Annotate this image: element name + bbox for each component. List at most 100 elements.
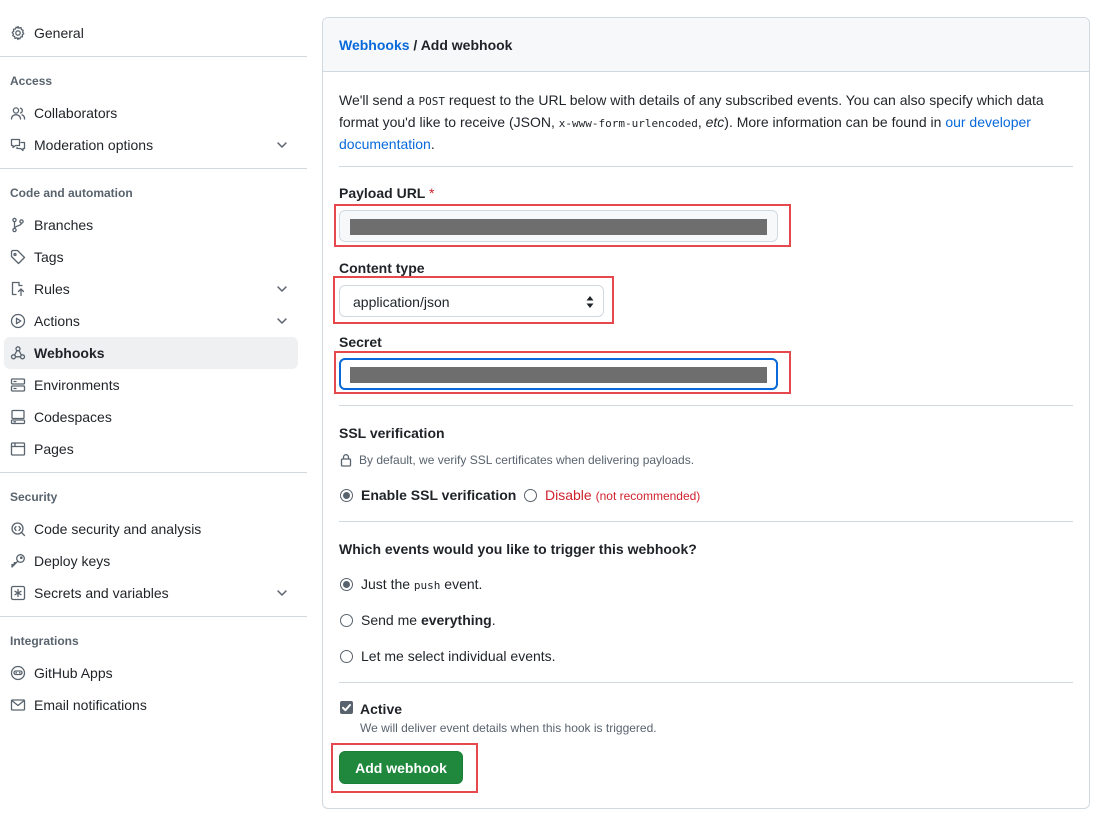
chevron-down-icon[interactable] xyxy=(274,281,290,297)
required-mark: * xyxy=(429,185,435,201)
intro-part: . xyxy=(430,136,435,152)
sidebar-item-code-security[interactable]: Code security and analysis xyxy=(4,513,298,545)
sidebar-item-moderation[interactable]: Moderation options xyxy=(4,129,298,161)
radio-dot xyxy=(340,577,353,591)
label-part: Send me xyxy=(361,612,421,628)
breadcrumb-separator: / xyxy=(409,37,421,53)
chevron-down-icon[interactable] xyxy=(274,313,290,329)
section-title-code-automation: Code and automation xyxy=(10,186,133,200)
sidebar-item-email-notifications[interactable]: Email notifications xyxy=(4,689,298,721)
select-arrows-icon xyxy=(585,295,595,309)
label-part: . xyxy=(491,612,496,628)
sidebar-item-label: Actions xyxy=(34,313,80,329)
sidebar-item-rules[interactable]: Rules xyxy=(4,273,298,305)
hubot-icon xyxy=(10,665,26,681)
radio-select-individual[interactable]: Let me select individual events. xyxy=(340,648,556,664)
sidebar-item-actions[interactable]: Actions xyxy=(4,305,298,337)
radio-select-individual-label: Let me select individual events. xyxy=(361,648,556,664)
sidebar-item-label: Environments xyxy=(34,377,120,393)
lock-icon xyxy=(340,454,352,467)
check-icon xyxy=(342,704,351,712)
sidebar-item-tags[interactable]: Tags xyxy=(4,241,298,273)
sidebar-item-general[interactable]: General xyxy=(4,17,298,49)
ssl-note: By default, we verify SSL certificates w… xyxy=(339,453,694,467)
section-divider xyxy=(339,405,1073,406)
gear-icon xyxy=(10,25,26,41)
payload-url-label-text: Payload URL xyxy=(339,185,426,201)
active-hint: We will deliver event details when this … xyxy=(360,721,657,735)
radio-enable-ssl[interactable]: Enable SSL verification xyxy=(340,487,516,503)
sidebar-item-label: Deploy keys xyxy=(34,553,111,569)
browser-icon xyxy=(10,441,26,457)
sidebar-item-label: General xyxy=(34,25,84,41)
content-type-select[interactable]: application/json xyxy=(339,285,604,317)
events-title: Which events would you like to trigger t… xyxy=(339,541,697,557)
play-icon xyxy=(10,313,26,329)
radio-dot xyxy=(340,613,353,627)
active-label: Active xyxy=(360,701,403,717)
sidebar-item-github-apps[interactable]: GitHub Apps xyxy=(4,657,298,689)
codescan-icon xyxy=(10,521,26,537)
breadcrumb-webhooks-link[interactable]: Webhooks xyxy=(339,37,410,53)
sidebar-item-label: Secrets and variables xyxy=(34,585,169,601)
sidebar-item-environments[interactable]: Environments xyxy=(4,369,298,401)
sidebar-item-deploy-keys[interactable]: Deploy keys xyxy=(4,545,298,577)
breadcrumb: Webhooks / Add webhook xyxy=(339,37,512,53)
intro-text: We'll send a POST request to the URL bel… xyxy=(339,90,1073,155)
key-asterisk-icon xyxy=(10,585,26,601)
server-icon xyxy=(10,377,26,393)
people-icon xyxy=(10,105,26,121)
intro-etc: etc xyxy=(705,114,725,130)
sidebar-item-secrets[interactable]: Secrets and variables xyxy=(4,577,298,609)
sidebar-divider xyxy=(0,56,307,57)
webhook-icon xyxy=(10,345,26,361)
intro-part: , xyxy=(697,114,706,130)
intro-code-post: POST xyxy=(418,95,445,108)
sidebar-item-label: Moderation options xyxy=(34,137,154,153)
radio-dot xyxy=(340,649,353,663)
sidebar-item-label: Rules xyxy=(34,281,70,297)
sidebar-divider xyxy=(0,168,307,169)
payload-url-input[interactable] xyxy=(339,210,778,242)
radio-enable-ssl-label: Enable SSL verification xyxy=(361,487,517,503)
label-part-bold: everything xyxy=(420,612,492,628)
radio-dot xyxy=(524,488,537,502)
label-part: event. xyxy=(440,576,483,592)
content-type-value: application/json xyxy=(353,294,450,310)
radio-send-everything[interactable]: Send me everything. xyxy=(340,612,496,628)
key-icon xyxy=(10,553,26,569)
secret-input[interactable] xyxy=(339,358,778,390)
secret-label: Secret xyxy=(339,334,382,350)
radio-dot xyxy=(340,488,353,502)
active-checkbox[interactable] xyxy=(340,701,353,714)
radio-disable-ssl[interactable]: Disable (not recommended) xyxy=(524,487,700,503)
sidebar-item-branches[interactable]: Branches xyxy=(4,209,298,241)
sidebar-divider xyxy=(0,616,307,617)
payload-url-label: Payload URL * xyxy=(339,185,434,201)
sidebar-item-codespaces[interactable]: Codespaces xyxy=(4,401,298,433)
intro-code-urlencoded: x-www-form-urlencoded xyxy=(558,117,698,130)
sidebar-item-label: Pages xyxy=(34,441,74,457)
sidebar-item-webhooks[interactable]: Webhooks xyxy=(4,337,298,369)
git-branch-icon xyxy=(10,217,26,233)
ssl-verification-title: SSL verification xyxy=(339,425,445,441)
tag-icon xyxy=(10,249,26,265)
chevron-down-icon[interactable] xyxy=(274,585,290,601)
add-webhook-panel: Webhooks / Add webhook We'll send a POST… xyxy=(322,17,1090,809)
ssl-note-text: By default, we verify SSL certificates w… xyxy=(359,453,695,467)
section-title-integrations: Integrations xyxy=(10,634,79,648)
radio-just-push[interactable]: Just the push event. xyxy=(340,576,482,592)
panel-header: Webhooks / Add webhook xyxy=(323,18,1089,72)
content-type-label: Content type xyxy=(339,260,425,276)
add-webhook-button[interactable]: Add webhook xyxy=(339,751,463,784)
sidebar-item-label: Code security and analysis xyxy=(34,521,202,537)
chevron-down-icon[interactable] xyxy=(274,137,290,153)
section-title-access: Access xyxy=(10,74,53,88)
sidebar-item-collaborators[interactable]: Collaborators xyxy=(4,97,298,129)
disable-hint: (not recommended) xyxy=(595,489,701,503)
radio-disable-ssl-label: Disable xyxy=(545,487,592,503)
sidebar-item-pages[interactable]: Pages xyxy=(4,433,298,465)
redacted-value xyxy=(350,219,767,235)
intro-part: ). More information can be found in xyxy=(724,114,946,130)
label-part: Just the xyxy=(361,576,414,592)
